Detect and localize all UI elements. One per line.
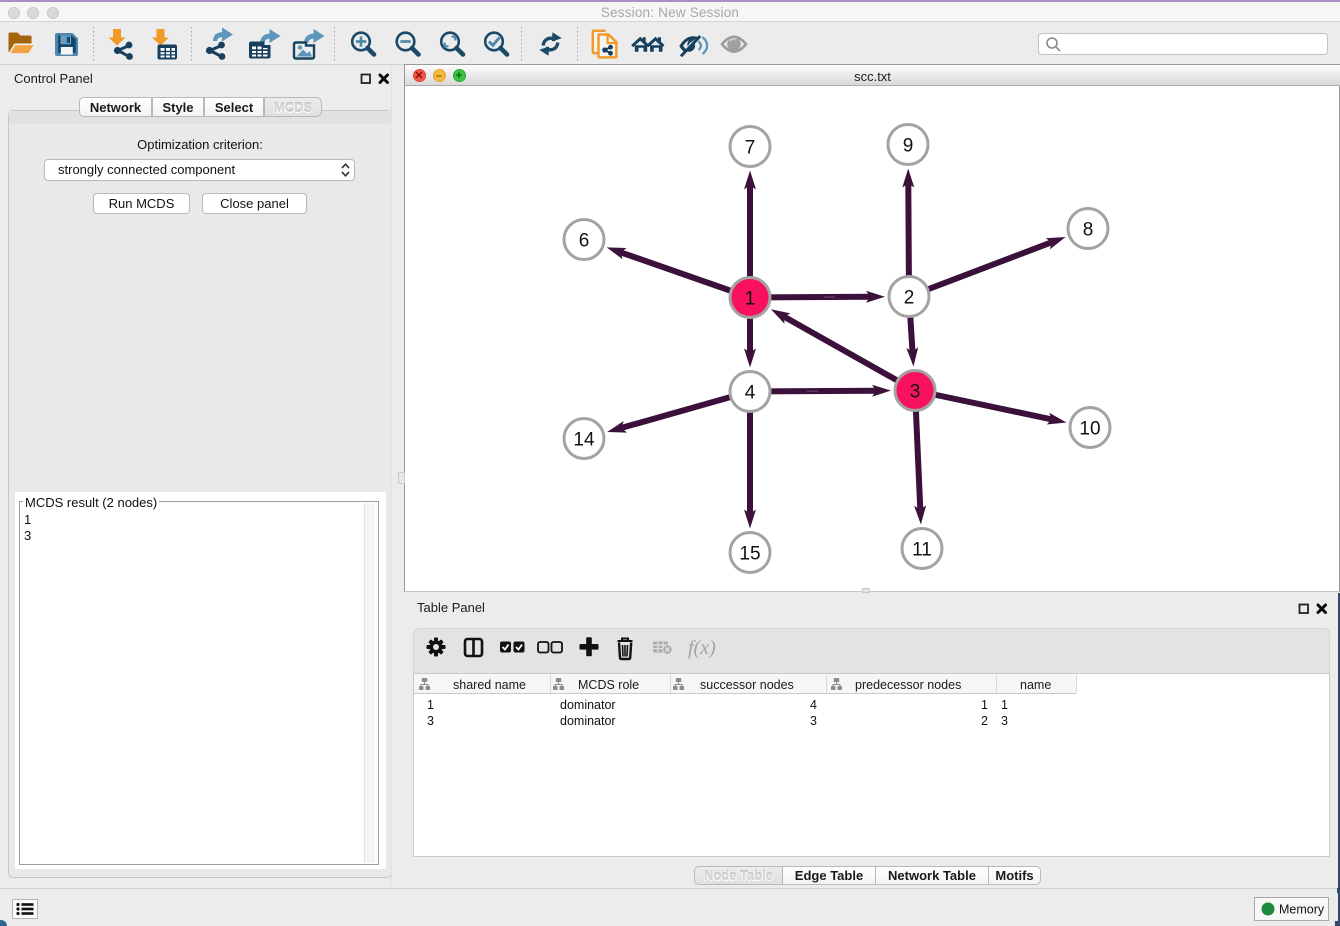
svg-text:4: 4 (745, 383, 756, 404)
svg-text:Memory: Memory (1279, 903, 1325, 917)
svg-text:2: 2 (904, 288, 915, 309)
svg-text:11: 11 (912, 540, 932, 561)
svg-text:6: 6 (579, 231, 590, 252)
svg-text:10: 10 (1079, 419, 1100, 440)
svg-text:8: 8 (1083, 220, 1094, 241)
svg-text:3: 3 (910, 382, 921, 403)
svg-text:f(x): f(x) (688, 637, 716, 659)
svg-text:15: 15 (739, 544, 760, 565)
svg-text:14: 14 (573, 430, 595, 451)
svg-text:1: 1 (745, 289, 756, 310)
svg-text:7: 7 (745, 138, 756, 159)
svg-text:9: 9 (903, 136, 914, 157)
